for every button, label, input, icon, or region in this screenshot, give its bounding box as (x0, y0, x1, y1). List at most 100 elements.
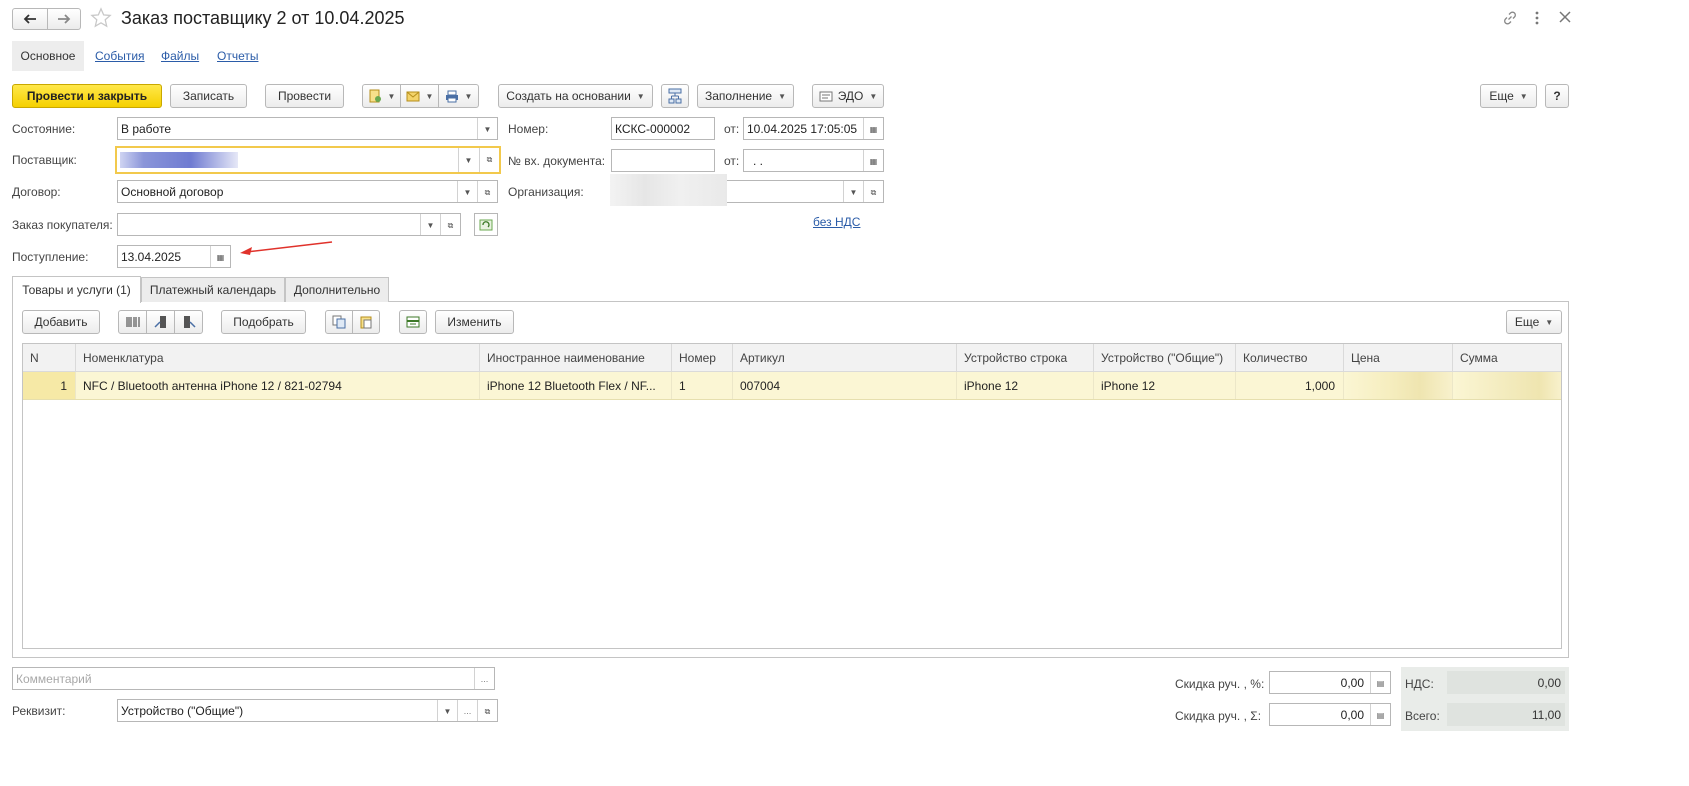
comment-placeholder: Комментарий (16, 671, 92, 686)
state-select[interactable]: В работе ▼ (117, 117, 498, 140)
vat-mode-link[interactable]: без НДС (813, 215, 860, 229)
forward-button[interactable] (47, 8, 81, 30)
cell-device-line[interactable]: iPhone 12 (957, 372, 1094, 399)
col-header-article[interactable]: Артикул (733, 344, 957, 372)
fill-from-order-button[interactable] (474, 213, 498, 236)
open-icon[interactable]: ⧉ (863, 181, 883, 202)
scan-out-button[interactable] (174, 310, 203, 334)
supplier-field[interactable]: ▼ ⧉ (115, 146, 501, 174)
date-from-label: от: (724, 122, 740, 136)
table-more-button[interactable]: Еще ▼ (1506, 310, 1562, 334)
cell-quantity[interactable]: 1,000 (1236, 372, 1344, 399)
incoming-doc-field[interactable] (611, 149, 715, 172)
calendar-icon[interactable]: ▦ (210, 246, 230, 267)
create-doc-menu-button[interactable]: ▼ (362, 84, 401, 108)
more-menu-button[interactable]: Еще ▼ (1480, 84, 1537, 108)
calendar-icon[interactable]: ▦ (863, 118, 883, 139)
cell-price-redacted[interactable] (1344, 372, 1453, 399)
fill-menu-button[interactable]: Заполнение ▼ (697, 84, 794, 108)
price-setting-button[interactable] (399, 310, 427, 334)
tab-goods-services[interactable]: Товары и услуги (1) (12, 276, 141, 303)
table-settings-icon (406, 315, 420, 329)
requisite-value: Устройство ("Общие") (121, 703, 244, 718)
copy-rows-button[interactable] (325, 310, 353, 334)
col-header-number[interactable]: Номер (672, 344, 733, 372)
more-horizontal-icon[interactable]: … (457, 700, 477, 721)
discount-sum-field[interactable]: 0,00 ▤ (1269, 703, 1391, 726)
col-header-sum[interactable]: Сумма (1453, 344, 1561, 372)
edo-menu-button[interactable]: ЭДО ▼ (812, 84, 884, 108)
open-icon[interactable]: ⧉ (477, 181, 497, 202)
cell-foreign-name[interactable]: iPhone 12 Bluetooth Flex / NF... (480, 372, 672, 399)
structure-button[interactable] (661, 84, 689, 108)
scan-in-button[interactable] (146, 310, 175, 334)
discount-pct-label: Скидка руч. , %: (1175, 677, 1265, 691)
col-header-device-common[interactable]: Устройство ("Общие") (1094, 344, 1236, 372)
tab-additional[interactable]: Дополнительно (285, 277, 389, 302)
barcode-button[interactable] (118, 310, 147, 334)
col-header-quantity[interactable]: Количество (1236, 344, 1344, 372)
date-field[interactable]: 10.04.2025 17:05:05 ▦ (743, 117, 884, 140)
refresh-icon (479, 218, 493, 232)
col-header-device-line[interactable]: Устройство строка (957, 344, 1094, 372)
incoming-date-field[interactable]: . . ▦ (743, 149, 884, 172)
supplier-label: Поставщик: (12, 153, 77, 167)
more-vert-icon[interactable] (1533, 10, 1541, 26)
save-button[interactable]: Записать (170, 84, 247, 108)
cell-sum-redacted[interactable] (1453, 372, 1561, 399)
tab-payment-calendar[interactable]: Платежный календарь (141, 277, 285, 302)
col-header-foreign-name[interactable]: Иностранное наименование (480, 344, 672, 372)
add-row-button[interactable]: Добавить (22, 310, 100, 334)
cell-device-common[interactable]: iPhone 12 (1094, 372, 1236, 399)
open-icon[interactable]: ⧉ (440, 214, 460, 235)
arrow-left-icon (23, 14, 37, 24)
organization-select[interactable]: ▼ ⧉ (727, 180, 884, 203)
post-button[interactable]: Провести (265, 84, 344, 108)
comment-field[interactable]: Комментарий … (12, 667, 495, 690)
help-button[interactable]: ? (1545, 84, 1569, 108)
cell-number[interactable]: 1 (672, 372, 733, 399)
star-icon[interactable] (90, 7, 112, 29)
col-header-n[interactable]: N (23, 344, 76, 372)
tab-reports[interactable]: Отчеты (217, 49, 258, 63)
chevron-down-icon[interactable]: ▼ (457, 181, 477, 202)
calculator-icon[interactable]: ▤ (1370, 672, 1390, 693)
change-button[interactable]: Изменить (435, 310, 514, 334)
receipt-date-field[interactable]: 13.04.2025 ▦ (117, 245, 231, 268)
customer-order-select[interactable]: ▼ ⧉ (117, 213, 461, 236)
paste-rows-button[interactable] (352, 310, 380, 334)
chevron-down-icon[interactable]: ▼ (843, 181, 863, 202)
requisite-select[interactable]: Устройство ("Общие") ▼ … ⧉ (117, 699, 498, 722)
col-header-nomenclature[interactable]: Номенклатура (76, 344, 480, 372)
back-button[interactable] (12, 8, 48, 30)
contract-select[interactable]: Основной договор ▼ ⧉ (117, 180, 498, 203)
col-header-price[interactable]: Цена (1344, 344, 1453, 372)
tab-goods-services-label: Товары и услуги (1) (22, 283, 131, 297)
open-icon[interactable]: ⧉ (479, 148, 499, 172)
calculator-icon[interactable]: ▤ (1370, 704, 1390, 725)
open-icon[interactable]: ⧉ (477, 700, 497, 721)
hierarchy-icon (667, 88, 683, 104)
goods-table[interactable]: N Номенклатура Иностранное наименование … (22, 343, 1562, 649)
more-horizontal-icon[interactable]: … (474, 668, 494, 689)
post-and-close-button[interactable]: Провести и закрыть (12, 84, 162, 108)
tab-main[interactable]: Основное (12, 41, 84, 71)
link-icon[interactable] (1502, 10, 1518, 26)
pick-button[interactable]: Подобрать (221, 310, 306, 334)
chevron-down-icon[interactable]: ▼ (458, 148, 478, 172)
grand-total-text: 11,00 (1531, 707, 1561, 722)
email-menu-button[interactable]: ▼ (400, 84, 439, 108)
number-field[interactable]: КСКС-000002 (611, 117, 715, 140)
close-icon[interactable] (1558, 10, 1572, 24)
chevron-down-icon[interactable]: ▼ (477, 118, 497, 139)
chevron-down-icon[interactable]: ▼ (420, 214, 440, 235)
create-based-on-button[interactable]: Создать на основании ▼ (498, 84, 653, 108)
discount-pct-field[interactable]: 0,00 ▤ (1269, 671, 1391, 694)
cell-article[interactable]: 007004 (733, 372, 957, 399)
calendar-icon[interactable]: ▦ (863, 150, 883, 171)
tab-files[interactable]: Файлы (161, 49, 199, 63)
tab-events[interactable]: События (95, 49, 145, 63)
chevron-down-icon[interactable]: ▼ (437, 700, 457, 721)
cell-nomenclature[interactable]: NFC / Bluetooth антенна iPhone 12 / 821-… (76, 372, 480, 399)
print-menu-button[interactable]: ▼ (438, 84, 479, 108)
